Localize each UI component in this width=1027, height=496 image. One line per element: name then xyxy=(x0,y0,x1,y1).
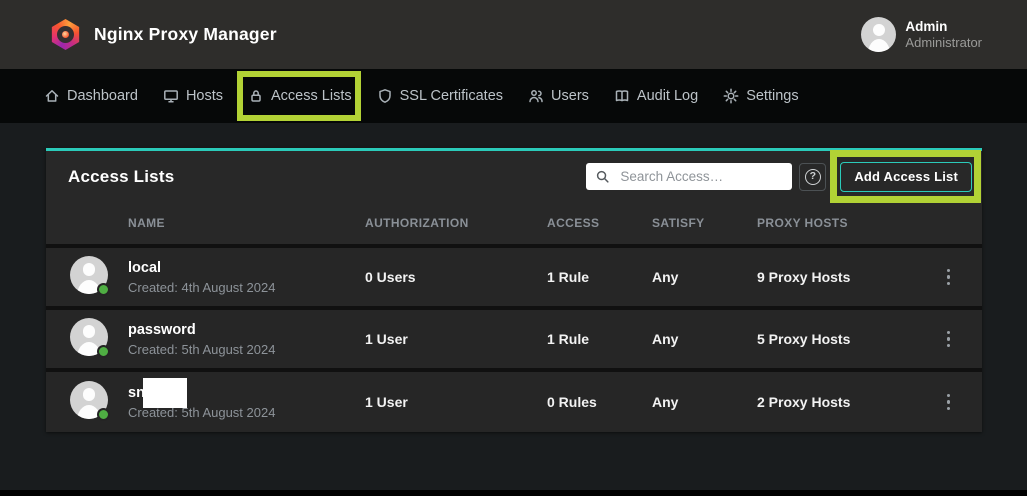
nav-item-users[interactable]: Users xyxy=(528,88,589,104)
access-lists-table: Name Authorization Access Satisfy Proxy … xyxy=(46,202,982,432)
online-status-dot xyxy=(97,283,110,296)
avatar-cell xyxy=(70,256,128,299)
nav-item-audit-log[interactable]: Audit Log xyxy=(614,88,698,104)
app-title: Nginx Proxy Manager xyxy=(94,24,277,45)
nav-label: SSL Certificates xyxy=(400,88,503,104)
brand[interactable]: Nginx Proxy Manager xyxy=(50,19,277,50)
page-content: Access Lists ? Add Access List Name xyxy=(0,123,1027,432)
nav-item-hosts[interactable]: Hosts xyxy=(163,88,223,104)
satisfy-cell: Any xyxy=(652,394,757,410)
redaction-box xyxy=(143,378,187,408)
access-cell: 1 Rule xyxy=(547,331,652,347)
row-actions-menu-button[interactable] xyxy=(941,265,957,290)
proxy-hosts-cell: 5 Proxy Hosts xyxy=(757,331,921,347)
app-header: Nginx Proxy Manager Admin Administrator xyxy=(0,0,1027,69)
access-cell: 0 Rules xyxy=(547,394,652,410)
column-header-authorization: Authorization xyxy=(365,216,547,230)
add-access-list-button[interactable]: Add Access List xyxy=(840,162,972,192)
access-list-name: sn xyxy=(128,386,145,401)
nav-label: Audit Log xyxy=(637,88,698,104)
access-list-avatar xyxy=(70,381,108,419)
table-row-sn-redacted: sn Created: 5th August 2024 1 User 0 Rul… xyxy=(46,368,982,432)
home-icon xyxy=(44,88,60,104)
access-lists-panel: Access Lists ? Add Access List Name xyxy=(46,148,982,432)
search-box xyxy=(586,163,792,190)
panel-tools: ? Add Access List xyxy=(586,162,972,192)
help-icon: ? xyxy=(805,169,821,185)
search-input[interactable] xyxy=(586,169,792,184)
avatar-cell xyxy=(70,318,128,361)
satisfy-cell: Any xyxy=(652,331,757,347)
access-list-created: Created: 4th August 2024 xyxy=(128,281,365,294)
avatar-cell xyxy=(70,381,128,424)
nav-label: Users xyxy=(551,88,589,104)
bottom-edge-strip xyxy=(0,490,1027,496)
shield-icon xyxy=(377,88,393,104)
name-cell: local Created: 4th August 2024 xyxy=(128,260,365,295)
nav-item-settings[interactable]: Settings xyxy=(723,88,798,104)
column-header-satisfy: Satisfy xyxy=(652,216,757,230)
column-header-proxy-hosts: Proxy Hosts xyxy=(757,216,921,230)
nav-item-ssl-certificates[interactable]: SSL Certificates xyxy=(377,88,503,104)
row-actions-menu-button[interactable] xyxy=(941,327,957,352)
table-row-local: local Created: 4th August 2024 0 Users 1… xyxy=(46,244,982,306)
table-body: local Created: 4th August 2024 0 Users 1… xyxy=(46,244,982,432)
monitor-icon xyxy=(163,88,179,104)
online-status-dot xyxy=(97,408,110,421)
search-icon xyxy=(595,169,610,184)
nav-item-dashboard[interactable]: Dashboard xyxy=(44,88,138,104)
help-button[interactable]: ? xyxy=(799,163,826,191)
row-actions-menu-button[interactable] xyxy=(941,390,957,415)
add-button-wrap: Add Access List xyxy=(840,162,972,192)
nav-label: Hosts xyxy=(186,88,223,104)
app-logo-icon xyxy=(50,19,81,50)
table-header-row: Name Authorization Access Satisfy Proxy … xyxy=(46,202,982,244)
authorization-cell: 1 User xyxy=(365,394,547,410)
user-name: Admin xyxy=(905,18,982,35)
authorization-cell: 1 User xyxy=(365,331,547,347)
access-list-name: password xyxy=(128,323,196,338)
nav-label: Dashboard xyxy=(67,88,138,104)
nav-label: Settings xyxy=(746,88,798,104)
lock-icon xyxy=(248,88,264,104)
main-nav: Dashboard Hosts Access Lists SSL Certifi… xyxy=(0,69,1027,123)
nav-item-access-lists[interactable]: Access Lists xyxy=(248,88,352,104)
book-icon xyxy=(614,88,630,104)
access-list-name: local xyxy=(128,261,161,276)
access-list-created: Created: 5th August 2024 xyxy=(128,343,365,356)
user-role: Administrator xyxy=(905,35,982,51)
user-avatar xyxy=(861,17,896,52)
column-header-access: Access xyxy=(547,216,652,230)
proxy-hosts-cell: 9 Proxy Hosts xyxy=(757,269,921,285)
online-status-dot xyxy=(97,345,110,358)
access-list-created: Created: 5th August 2024 xyxy=(128,406,365,419)
panel-title: Access Lists xyxy=(68,167,174,187)
users-icon xyxy=(528,88,544,104)
access-list-avatar xyxy=(70,256,108,294)
gear-icon xyxy=(723,88,739,104)
name-cell: sn Created: 5th August 2024 xyxy=(128,385,365,420)
proxy-hosts-cell: 2 Proxy Hosts xyxy=(757,394,921,410)
satisfy-cell: Any xyxy=(652,269,757,285)
nav-label: Access Lists xyxy=(271,88,352,104)
column-header-name: Name xyxy=(128,216,365,230)
access-cell: 1 Rule xyxy=(547,269,652,285)
access-list-avatar xyxy=(70,318,108,356)
user-info: Admin Administrator xyxy=(905,18,982,51)
authorization-cell: 0 Users xyxy=(365,269,547,285)
name-cell: password Created: 5th August 2024 xyxy=(128,322,365,357)
table-row-password: password Created: 5th August 2024 1 User… xyxy=(46,306,982,368)
user-menu[interactable]: Admin Administrator xyxy=(861,17,982,52)
panel-header: Access Lists ? Add Access List xyxy=(46,151,982,202)
